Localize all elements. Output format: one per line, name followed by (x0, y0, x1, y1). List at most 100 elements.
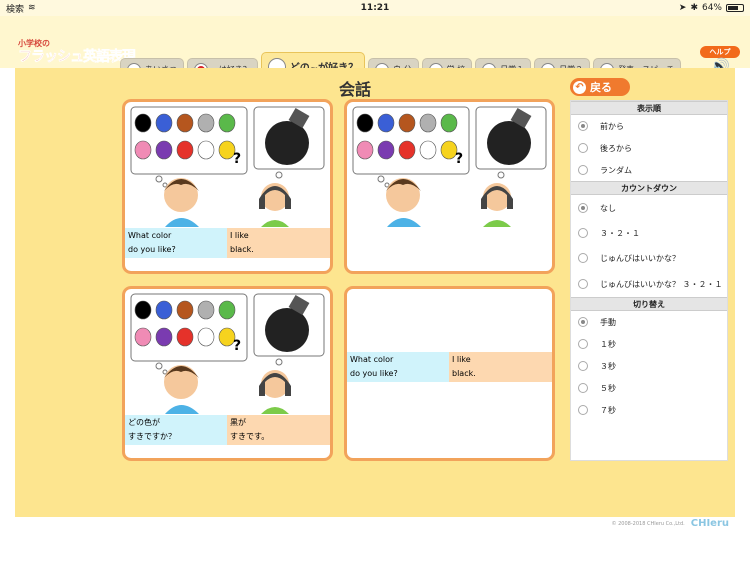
wifi-icon: ≋ (28, 3, 36, 13)
balloon-icon (377, 113, 395, 133)
option-label: ランダム (600, 165, 632, 175)
flash-card[interactable]: What color do you like? I like black. (344, 286, 555, 461)
balloon-icon (377, 140, 395, 160)
flash-card[interactable]: ? どの色が すきですか？ 黒が すきです。 (122, 286, 333, 461)
top-bar: 小学校の フラッシュ英語表現 あいさつ ~は好き？ どの~が好き？ 自 分 学 … (0, 16, 750, 80)
balloon-icon (176, 113, 194, 133)
svg-text:?: ? (233, 338, 241, 354)
radio-button[interactable] (578, 143, 588, 153)
flash-card[interactable]: ? What color do you like? I like black. (122, 99, 333, 274)
question-caption: どの色が すきですか？ (125, 415, 227, 445)
option-label: ３秒 (600, 361, 616, 371)
page-title: 会話 (338, 80, 371, 99)
option-label: ５秒 (600, 383, 616, 393)
balloon-icon (134, 327, 152, 347)
battery-percent: 64% (701, 3, 722, 13)
radio-button[interactable] (578, 253, 588, 263)
question-caption: What color do you like? (347, 352, 449, 382)
switch-option-7s[interactable]: ７秒 (571, 399, 727, 421)
back-to-search-link[interactable]: 検索 (6, 2, 24, 15)
balloon-icon (197, 113, 215, 133)
countdown-option-none[interactable]: なし (571, 195, 727, 221)
balloon-icon (218, 300, 236, 320)
footer: © 2008-2018 CHIeru Co.,Ltd. CHIeru (15, 517, 735, 530)
switch-header: 切り替え (571, 297, 727, 311)
radio-button[interactable] (578, 279, 588, 289)
battery-icon (726, 4, 744, 12)
settings-panel: 表示順 前から 後ろから ランダム カウントダウン なし ３・２・１ じゅんびは… (570, 100, 728, 461)
radio-button[interactable] (578, 317, 588, 327)
balloon-icon (197, 327, 215, 347)
balloon-icon (197, 140, 215, 160)
switch-option-5s[interactable]: ５秒 (571, 377, 727, 399)
switch-option-1s[interactable]: １秒 (571, 333, 727, 355)
option-label: ３・２・１ (600, 228, 640, 238)
back-arrow-icon: ↶ (573, 80, 586, 94)
switch-option-manual[interactable]: 手動 (571, 311, 727, 333)
back-button-label: 戻る (590, 81, 612, 94)
status-bar: 検索 ≋ 11:21 ➤ ✱ 64% (0, 0, 750, 16)
radio-button[interactable] (578, 405, 588, 415)
flash-card[interactable]: ? (344, 99, 555, 274)
app-window: 検索 ≋ 11:21 ➤ ✱ 64% 小学校の フラッシュ英語表現 あいさつ ~… (0, 0, 750, 562)
countdown-header: カウントダウン (571, 181, 727, 195)
balloon-icon (155, 300, 173, 320)
balloon-icon (155, 140, 173, 160)
balloon-icon (155, 327, 173, 347)
balloon-icon (155, 113, 173, 133)
balloon-icon (218, 113, 236, 133)
balloon-icon (440, 113, 458, 133)
answer-caption: I like black. (449, 352, 552, 382)
balloon-icon (356, 113, 374, 133)
brand-logo: CHIeru (690, 518, 729, 529)
radio-button[interactable] (578, 361, 588, 371)
option-label: 後ろから (600, 143, 632, 153)
balloon-icon (419, 140, 437, 160)
radio-button[interactable] (578, 203, 588, 213)
answer-caption: I like black. (227, 228, 330, 258)
option-label: じゅんびはいいかな？ ３・２・１ (600, 279, 723, 289)
balloon-icon (419, 113, 437, 133)
balloon-icon (176, 300, 194, 320)
radio-button[interactable] (578, 121, 588, 131)
question-caption: What color do you like? (125, 228, 227, 258)
boy-figure (386, 178, 421, 227)
option-label: 手動 (600, 317, 616, 327)
switch-option-3s[interactable]: ３秒 (571, 355, 727, 377)
caption-row: What color do you like? I like black. (125, 228, 330, 258)
balloon-icon (176, 327, 194, 347)
illustration-image: ? (130, 106, 325, 227)
countdown-option-321[interactable]: ３・２・１ (571, 221, 727, 245)
option-label: ７秒 (600, 405, 616, 415)
illustration-image: ? (352, 106, 547, 227)
order-option-reverse[interactable]: 後ろから (571, 137, 727, 159)
option-label: なし (600, 203, 616, 213)
svg-text:?: ? (455, 151, 463, 167)
radio-button[interactable] (578, 228, 588, 238)
answer-caption: 黒が すきです。 (227, 415, 330, 445)
illustration-image: ? (130, 293, 325, 414)
copyright-text: © 2008-2018 CHIeru Co.,Ltd. (611, 520, 685, 527)
status-time: 11:21 (360, 3, 390, 13)
balloon-icon (398, 140, 416, 160)
countdown-option-ready-321[interactable]: じゅんびはいいかな？ ３・２・１ (571, 271, 727, 297)
order-option-random[interactable]: ランダム (571, 159, 727, 181)
caption-row: What color do you like? I like black. (347, 352, 552, 382)
girl-figure (259, 370, 291, 414)
option-label: じゅんびはいいかな？ (600, 253, 680, 263)
order-option-forward[interactable]: 前から (571, 115, 727, 137)
option-label: １秒 (600, 339, 616, 349)
bluetooth-icon: ✱ (690, 3, 698, 13)
caption-row: どの色が すきですか？ 黒が すきです。 (125, 415, 330, 445)
balloon-icon (134, 300, 152, 320)
back-button[interactable]: ↶ 戻る (570, 78, 630, 96)
balloon-icon (398, 113, 416, 133)
boy-figure (164, 365, 199, 414)
order-header: 表示順 (571, 101, 727, 115)
logo-line-2: フラッシュ英語表現 (18, 49, 137, 66)
radio-button[interactable] (578, 165, 588, 175)
balloon-icon (176, 140, 194, 160)
radio-button[interactable] (578, 339, 588, 349)
countdown-option-ready[interactable]: じゅんびはいいかな？ (571, 245, 727, 271)
radio-button[interactable] (578, 383, 588, 393)
